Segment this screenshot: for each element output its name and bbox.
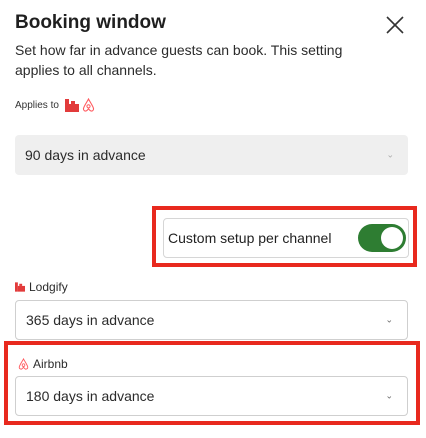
toggle-knob	[381, 227, 403, 249]
applies-to: Applies to	[15, 98, 95, 112]
lodgify-booking-window-value: 365 days in advance	[26, 312, 155, 328]
custom-setup-toggle[interactable]	[358, 224, 406, 252]
chevron-down-icon: ⌄	[385, 314, 393, 325]
airbnb-icon	[82, 98, 94, 112]
channel-label-lodgify: Lodgify	[15, 280, 68, 294]
chevron-down-icon: ⌄	[385, 390, 393, 401]
airbnb-booking-window-select[interactable]: 180 days in advance ⌄	[15, 376, 408, 416]
channel-name: Lodgify	[29, 280, 68, 294]
lodgify-icon	[64, 98, 79, 112]
booking-window-select[interactable]: 90 days in advance ⌄	[15, 135, 408, 175]
custom-setup-label: Custom setup per channel	[168, 230, 332, 246]
close-icon[interactable]	[384, 14, 406, 36]
channel-name: Airbnb	[33, 357, 68, 371]
channel-label-airbnb: Airbnb	[18, 357, 68, 371]
lodgify-booking-window-select[interactable]: 365 days in advance ⌄	[15, 300, 408, 340]
applies-to-label: Applies to	[15, 99, 59, 111]
lodgify-icon	[15, 282, 25, 292]
chevron-down-icon: ⌄	[386, 149, 394, 160]
airbnb-booking-window-value: 180 days in advance	[26, 388, 155, 404]
dialog-description: Set how far in advance guests can book. …	[15, 42, 343, 78]
dialog-title: Booking window	[15, 12, 166, 33]
airbnb-icon	[18, 358, 29, 370]
booking-window-value: 90 days in advance	[25, 147, 146, 163]
